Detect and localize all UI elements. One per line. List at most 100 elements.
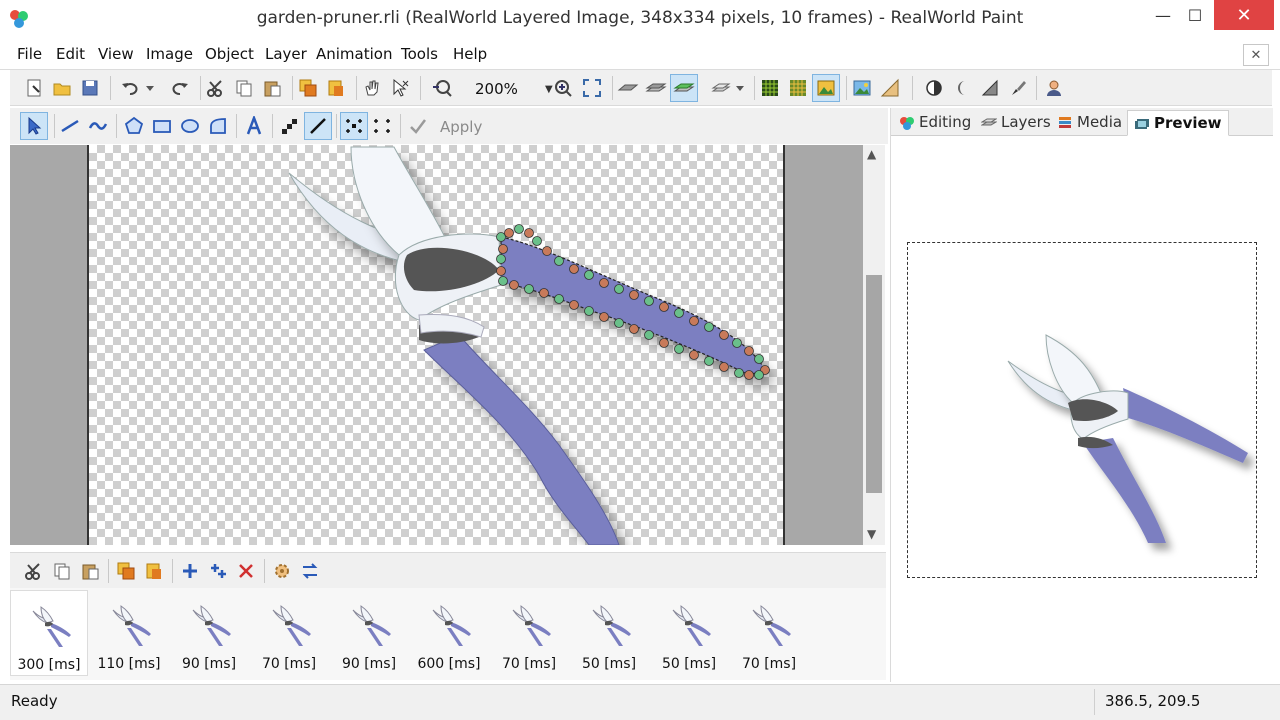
zoom-out-icon[interactable]	[428, 74, 456, 102]
triangle-fill-icon[interactable]	[976, 74, 1004, 102]
selection-handle[interactable]	[614, 284, 624, 294]
selection-handle[interactable]	[599, 312, 609, 322]
brush-icon[interactable]	[1004, 74, 1032, 102]
image-view-icon[interactable]	[812, 74, 840, 102]
layer-flat-icon[interactable]	[614, 74, 642, 102]
paste-icon[interactable]	[258, 74, 286, 102]
selection-handle[interactable]	[504, 228, 514, 238]
selection-handle[interactable]	[704, 322, 714, 332]
layers-paste-icon[interactable]	[322, 74, 350, 102]
animation-frame[interactable]: 50 [ms]	[650, 590, 728, 676]
contrast-icon[interactable]	[920, 74, 948, 102]
menu-object[interactable]: Object	[205, 45, 254, 63]
picture-icon[interactable]	[848, 74, 876, 102]
animation-frame[interactable]: 300 [ms]	[10, 590, 88, 676]
add-frames-icon[interactable]	[204, 557, 232, 585]
animation-frame[interactable]: 70 [ms]	[490, 590, 568, 676]
zoom-in-icon[interactable]	[550, 74, 578, 102]
copy-icon[interactable]	[230, 74, 258, 102]
layer-green-icon[interactable]	[670, 74, 698, 102]
tab-editing[interactable]: Editing	[893, 110, 977, 136]
moon-icon[interactable]	[948, 74, 976, 102]
swap-frames-icon[interactable]	[296, 557, 324, 585]
animation-frame[interactable]: 90 [ms]	[330, 590, 408, 676]
menu-file[interactable]: File	[17, 45, 42, 63]
selection-handle[interactable]	[509, 280, 519, 290]
selection-handle[interactable]	[754, 370, 764, 380]
animation-frame[interactable]: 600 [ms]	[410, 590, 488, 676]
menu-animation[interactable]: Animation	[316, 45, 392, 63]
cut-icon[interactable]	[202, 74, 230, 102]
selection-handle[interactable]	[524, 228, 534, 238]
curve-tool-icon[interactable]	[84, 112, 112, 140]
selection-handle[interactable]	[744, 370, 754, 380]
selection-handle[interactable]	[719, 330, 729, 340]
animation-frame[interactable]: 90 [ms]	[170, 590, 248, 676]
selection-handle[interactable]	[644, 296, 654, 306]
node-add-icon[interactable]	[368, 112, 396, 140]
selection-handle[interactable]	[719, 362, 729, 372]
new-icon[interactable]	[20, 74, 48, 102]
selection-handle[interactable]	[744, 346, 754, 356]
selection-handle[interactable]	[539, 288, 549, 298]
selection-handle[interactable]	[754, 354, 764, 364]
tab-media[interactable]: Media	[1051, 110, 1128, 136]
selection-handle[interactable]	[569, 264, 579, 274]
undo-dropdown-icon[interactable]	[142, 74, 158, 102]
scrollbar-thumb[interactable]	[866, 275, 882, 493]
selection-handle[interactable]	[584, 270, 594, 280]
animation-frame[interactable]: 70 [ms]	[730, 590, 808, 676]
selection-handle[interactable]	[524, 284, 534, 294]
selection-handle[interactable]	[659, 302, 669, 312]
hand-pan-icon[interactable]	[358, 74, 386, 102]
close-button[interactable]: ✕	[1214, 0, 1274, 30]
selection-handle[interactable]	[614, 318, 624, 328]
save-icon[interactable]	[76, 74, 104, 102]
selection-handle[interactable]	[734, 368, 744, 378]
close-document-button[interactable]: ✕	[1243, 44, 1269, 66]
tab-layers[interactable]: Layers	[975, 110, 1057, 136]
delete-frame-icon[interactable]	[232, 557, 260, 585]
layers-copy-icon[interactable]	[294, 74, 322, 102]
frame-insert-icon[interactable]	[140, 557, 168, 585]
checker-pattern-icon[interactable]	[276, 112, 304, 140]
selection-handle[interactable]	[584, 306, 594, 316]
selection-handle[interactable]	[674, 344, 684, 354]
frame-cut-icon[interactable]	[20, 557, 48, 585]
selection-handle[interactable]	[674, 308, 684, 318]
grid-color-icon[interactable]	[784, 74, 812, 102]
selection-handle[interactable]	[659, 338, 669, 348]
selection-handle[interactable]	[554, 294, 564, 304]
vertical-scrollbar[interactable]: ▲ ▼	[863, 145, 885, 545]
zoom-value[interactable]: 200%	[475, 80, 518, 98]
canvas-document[interactable]	[87, 145, 785, 545]
menu-tools[interactable]: Tools	[401, 45, 438, 63]
ellipse-tool-icon[interactable]	[176, 112, 204, 140]
selection-handle[interactable]	[498, 276, 508, 286]
selection-handle[interactable]	[498, 244, 508, 254]
apply-button[interactable]: Apply	[440, 118, 482, 136]
frame-properties-icon[interactable]	[268, 557, 296, 585]
tab-preview[interactable]: Preview	[1127, 110, 1229, 136]
scroll-up-icon[interactable]: ▲	[867, 147, 876, 161]
selection-handle[interactable]	[514, 224, 524, 234]
shape-tool-icon[interactable]	[204, 112, 232, 140]
menu-image[interactable]: Image	[146, 45, 193, 63]
select-pointer-icon[interactable]	[20, 112, 48, 140]
maximize-button[interactable]: ☐	[1172, 0, 1218, 30]
selection-handle[interactable]	[732, 338, 742, 348]
layer-stack-icon[interactable]	[642, 74, 670, 102]
animation-frame[interactable]: 50 [ms]	[570, 590, 648, 676]
scroll-down-icon[interactable]: ▼	[867, 527, 876, 541]
line-tool-icon[interactable]	[56, 112, 84, 140]
pointer-options-icon[interactable]	[386, 74, 414, 102]
text-tool-icon[interactable]	[240, 112, 268, 140]
frame-duplicate-icon[interactable]	[112, 557, 140, 585]
selection-handle[interactable]	[496, 266, 506, 276]
animation-frame[interactable]: 110 [ms]	[90, 590, 168, 676]
open-folder-icon[interactable]	[48, 74, 76, 102]
selection-handle[interactable]	[532, 236, 542, 246]
canvas-area[interactable]	[10, 145, 863, 545]
frame-paste-icon[interactable]	[76, 557, 104, 585]
selection-handle[interactable]	[689, 350, 699, 360]
